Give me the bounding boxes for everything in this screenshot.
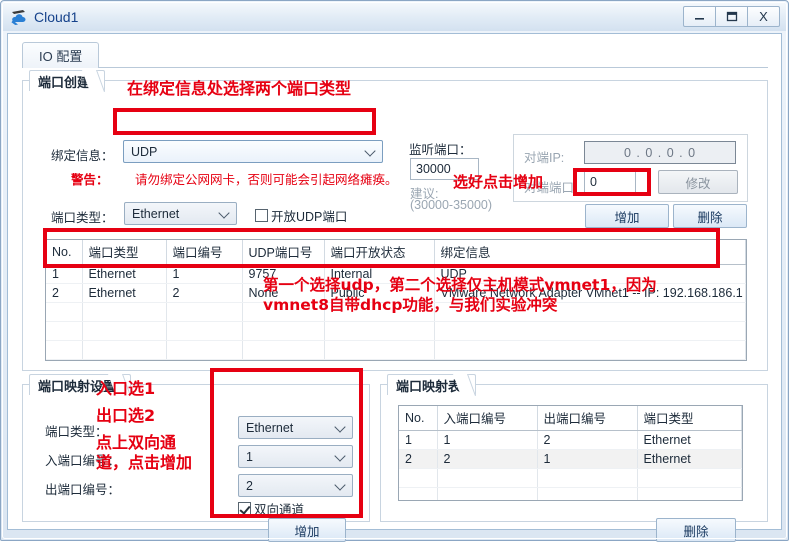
title-bar: Cloud1 X [3, 3, 786, 31]
col-port-number: 端口编号 [166, 240, 243, 265]
port-type-combo[interactable]: Ethernet [124, 202, 237, 225]
peer-ip-label: 对端IP: [524, 151, 565, 165]
bidirectional-channel-checkbox[interactable]: 双向通道 [238, 499, 304, 518]
cell-port-type: Ethernet [637, 430, 742, 450]
map-out-port-label: 出端口编号： [45, 483, 121, 497]
annotation-click-add: 选好点击增加 [453, 173, 544, 191]
chevron-down-icon [334, 478, 346, 491]
checkbox-box [238, 502, 251, 515]
window-title: Cloud1 [34, 9, 79, 25]
map-port-type-combo[interactable]: Ethernet [238, 416, 353, 439]
map-port-type-value: Ethernet [246, 420, 294, 435]
table-header-row: No. 端口类型 端口编号 UDP端口号 端口开放状态 绑定信息 [46, 240, 746, 265]
map-in-port-combo[interactable]: 1 [238, 445, 353, 468]
cell-no: 2 [399, 449, 438, 469]
close-button[interactable]: X [747, 6, 780, 27]
cell-no: 2 [46, 283, 83, 303]
annotation-table-note-line2: vmnet8自带dhcp功能，与我们实验冲突 [263, 295, 558, 314]
delete-port-button[interactable]: 删除 [673, 204, 747, 228]
annotation-bind-type: 在绑定信息处选择两个端口类型 [127, 79, 352, 98]
cell-port-type: Ethernet [637, 449, 742, 469]
table-row[interactable] [399, 487, 742, 500]
annotation-table-note: 第一个选择udp，第二个选择仅主机模式vmnet1，因为 vmnet8自带dhc… [263, 276, 657, 316]
map-out-port-combo[interactable]: 2 [238, 474, 353, 497]
port-create-group: 端口创建 绑定信息： UDP 警告： 请勿绑定公网网卡，否则可能会引起网络瘫痪。… [22, 70, 768, 371]
port-map-table-group: 端口映射表 No. 入端口编号 出端口编号 端口类型 1 1 2 Etherne… [380, 374, 768, 542]
col-in-port: 入端口编号 [437, 406, 538, 431]
chevron-down-icon [364, 144, 376, 157]
col-bind-info: 绑定信息 [434, 240, 746, 265]
cell-out-port: 1 [537, 449, 638, 469]
col-port-type: 端口类型 [82, 240, 167, 265]
modify-button[interactable]: 修改 [658, 170, 738, 194]
checkbox-box [255, 209, 268, 222]
port-type-label: 端口类型： [51, 211, 114, 225]
cell-no: 1 [46, 264, 83, 284]
annotation-bidir-line1: 点上双向通 [96, 433, 177, 452]
minimize-button[interactable] [683, 6, 716, 27]
col-no: No. [46, 240, 83, 265]
map-in-port-value: 1 [246, 449, 253, 464]
table-row[interactable] [399, 468, 742, 488]
cell-port-number: 2 [166, 283, 243, 303]
chevron-down-icon [334, 420, 346, 433]
add-port-button[interactable]: 增加 [585, 204, 669, 228]
table-row[interactable]: 2 2 1 Ethernet [399, 449, 742, 469]
application-window: Cloud1 X IO 配置 端口创建 绑定信息： UDP 警告： 请勿绑定公网… [0, 0, 789, 542]
col-no: No. [399, 406, 438, 431]
table-row[interactable] [46, 321, 746, 341]
listen-port-label: 监听端口： [409, 143, 472, 157]
port-map-settings-group: 端口映射设置 端口类型： Ethernet 入端口编号： 1 出端口编号： 2 … [22, 374, 370, 542]
tab-strip: IO 配置 [22, 42, 768, 68]
annotation-in-select: 入口选1 [96, 379, 156, 398]
cell-port-type: Ethernet [82, 283, 167, 303]
col-port-type: 端口类型 [637, 406, 742, 431]
map-add-button[interactable]: 增加 [268, 518, 346, 542]
chevron-down-icon [218, 206, 230, 219]
cell-in-port: 2 [437, 449, 538, 469]
suggest-range: (30000-35000) [410, 198, 493, 212]
cell-in-port: 1 [437, 430, 538, 450]
tab-io-config[interactable]: IO 配置 [22, 42, 100, 68]
bind-info-value: UDP [131, 144, 158, 159]
port-type-value: Ethernet [132, 206, 180, 221]
annotation-bidir-line2: 道，点击增加 [96, 453, 193, 473]
map-delete-button[interactable]: 删除 [656, 518, 736, 542]
peer-ip-input[interactable]: 0 . 0 . 0 . 0 [584, 141, 736, 164]
annotation-bidir-note: 点上双向通 道，点击增加 [96, 433, 192, 474]
cell-no: 1 [399, 430, 438, 450]
map-out-port-value: 2 [246, 478, 253, 493]
warning-label: 警告： [71, 173, 109, 187]
open-udp-port-checkbox[interactable]: 开放UDP端口 [255, 206, 347, 225]
cell-port-number: 1 [166, 264, 243, 284]
table-header-row: No. 入端口编号 出端口编号 端口类型 [399, 406, 742, 431]
col-udp-port: UDP端口号 [242, 240, 325, 265]
col-port-state: 端口开放状态 [324, 240, 435, 265]
table-row[interactable] [46, 340, 746, 360]
open-udp-port-label: 开放UDP端口 [271, 210, 348, 224]
col-out-port: 出端口编号 [537, 406, 638, 431]
annotation-out-select: 出口选2 [96, 406, 156, 425]
window-controls: X [683, 6, 780, 27]
table-row[interactable]: 1 1 2 Ethernet [399, 430, 742, 450]
bidirectional-channel-label: 双向通道 [254, 503, 305, 517]
maximize-button[interactable] [715, 6, 748, 27]
cell-port-type: Ethernet [82, 264, 167, 284]
bind-info-label: 绑定信息： [51, 149, 114, 163]
bind-info-combo[interactable]: UDP [123, 140, 383, 163]
cell-out-port: 2 [537, 430, 638, 450]
cloud-icon [10, 8, 28, 26]
annotation-table-note-line1: 第一个选择udp，第二个选择仅主机模式vmnet1，因为 [263, 276, 657, 294]
peer-port-input[interactable]: 0 [584, 171, 636, 193]
warning-text: 请勿绑定公网网卡，否则可能会引起网络瘫痪。 [135, 173, 398, 187]
port-mapping-table[interactable]: No. 入端口编号 出端口编号 端口类型 1 1 2 Ethernet 2 2 … [398, 405, 743, 501]
port-create-group-title: 端口创建 [29, 70, 106, 91]
chevron-down-icon [334, 449, 346, 462]
port-map-table-title: 端口映射表 [387, 374, 477, 395]
